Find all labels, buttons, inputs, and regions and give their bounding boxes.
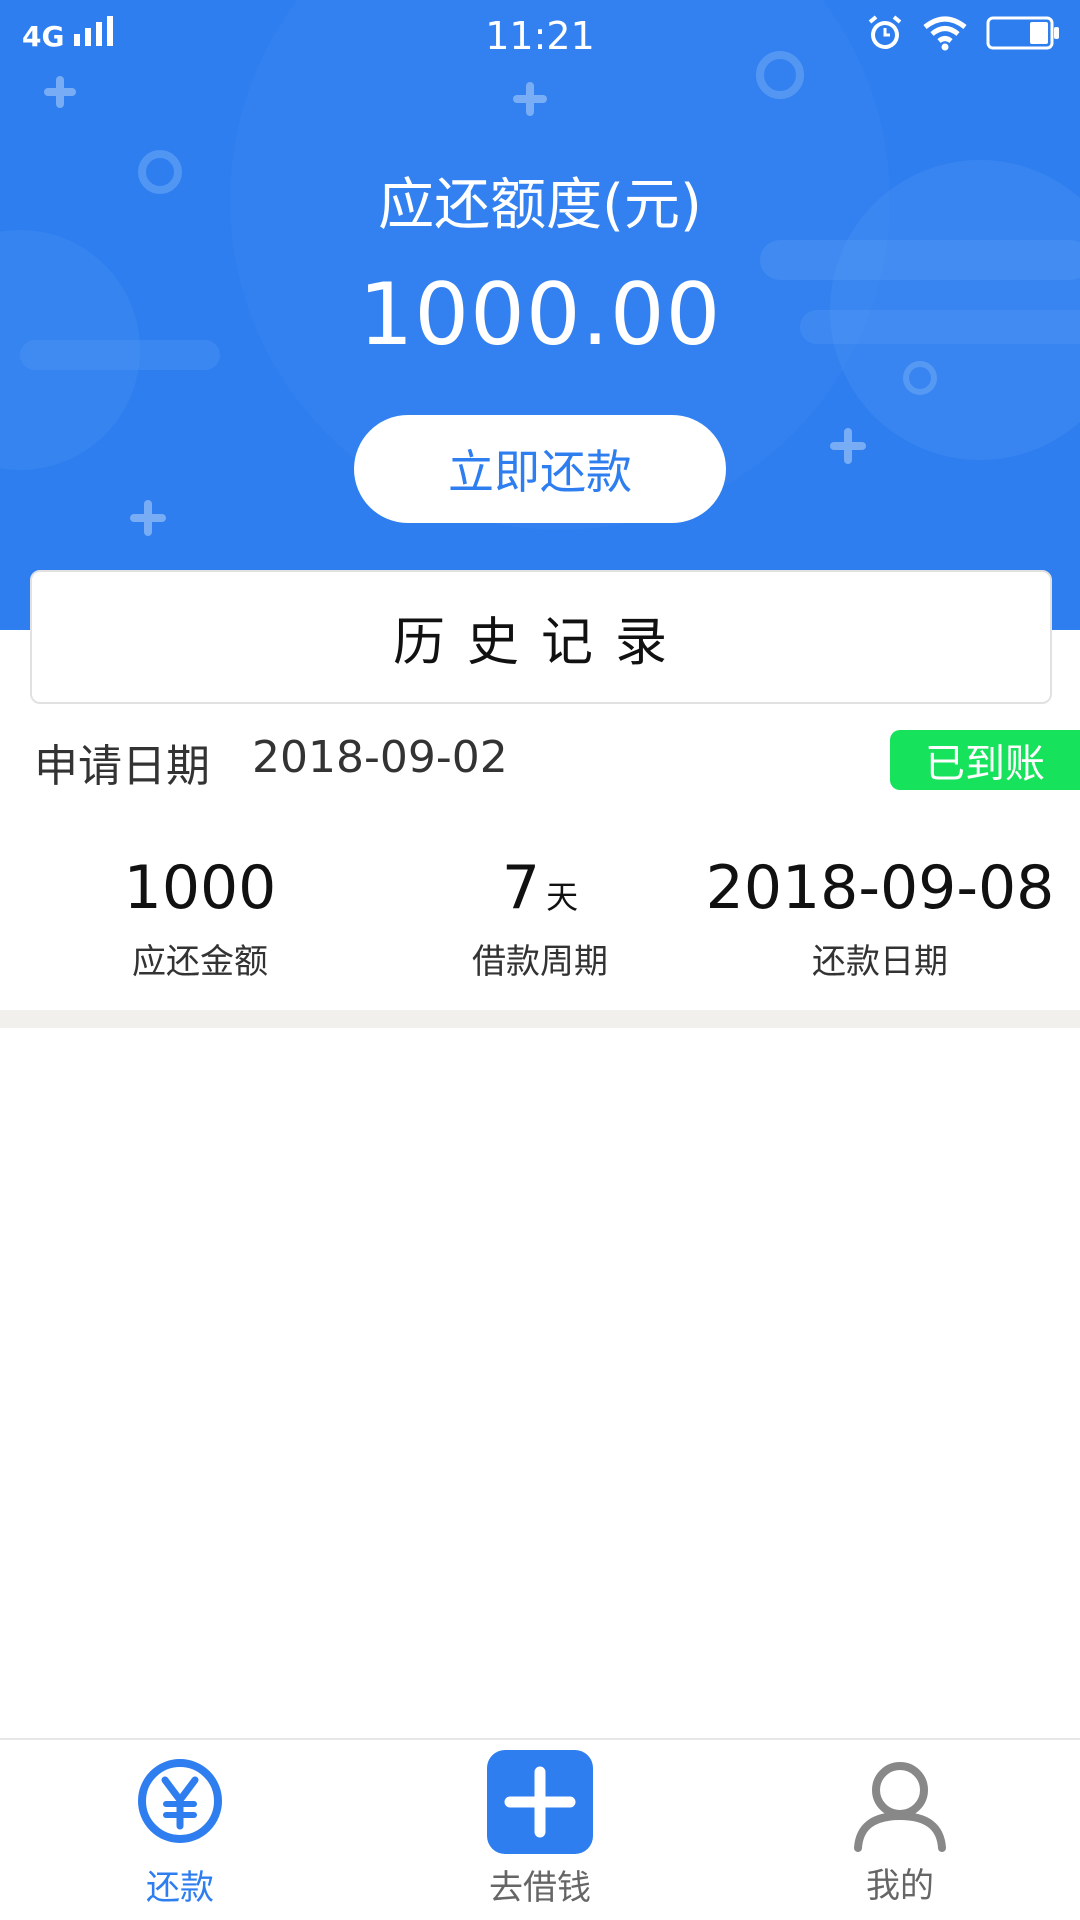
hero-banner: 4G 11:21 应还额度(元) 1000.00 立即还款 <box>0 0 1080 630</box>
battery-icon <box>986 16 1060 54</box>
tab-borrow[interactable]: 去借钱 <box>440 1750 640 1909</box>
tab-mine-label: 我的 <box>866 1866 934 1906</box>
repay-now-button[interactable]: 立即还款 <box>354 415 726 523</box>
tab-borrow-label: 去借钱 <box>489 1868 591 1908</box>
status-badge: 已到账 <box>890 730 1080 790</box>
stat-loan-period: 7天 借款周期 <box>360 850 720 983</box>
screen: 4G 11:21 应还额度(元) 1000.00 立即还款 历史记录 申请日期 … <box>0 0 1080 1920</box>
stat-repay-amount-value: 1000 <box>123 853 277 923</box>
alarm-icon <box>866 14 904 56</box>
record-header-row: 申请日期 2018-09-02 已到账 <box>0 730 1080 794</box>
bottom-tab-bar: 还款 去借钱 我的 <box>0 1738 1080 1920</box>
stat-loan-period-label: 借款周期 <box>472 942 608 982</box>
status-bar: 4G 11:21 <box>0 0 1080 70</box>
stat-loan-period-unit: 天 <box>546 878 579 916</box>
stat-loan-period-value: 7 <box>501 853 541 923</box>
stat-repay-date-label: 还款日期 <box>812 942 948 982</box>
wifi-icon <box>922 15 968 55</box>
user-icon <box>850 1762 950 1856</box>
stat-repay-date-value: 2018-09-08 <box>705 853 1055 923</box>
history-records-header[interactable]: 历史记录 <box>30 570 1052 704</box>
stat-repay-amount: 1000 应还金额 <box>20 850 380 983</box>
tab-repay[interactable]: 还款 <box>80 1756 280 1909</box>
stat-repay-date: 2018-09-08 还款日期 <box>700 850 1060 983</box>
tab-mine[interactable]: 我的 <box>800 1756 1000 1907</box>
stat-repay-amount-label: 应还金额 <box>132 942 268 982</box>
tab-repay-label: 还款 <box>146 1868 214 1908</box>
application-date-value: 2018-09-02 <box>252 732 508 783</box>
repayable-amount-title: 应还额度(元) <box>378 173 702 238</box>
status-right <box>866 14 1060 56</box>
yuan-circle-icon <box>135 1759 225 1850</box>
plus-square-icon <box>485 1750 595 1860</box>
section-divider <box>0 1010 1080 1028</box>
repayable-amount-value: 1000.00 <box>358 265 722 365</box>
application-date-label: 申请日期 <box>34 741 210 792</box>
record-stats: 1000 应还金额 7天 借款周期 2018-09-08 还款日期 <box>0 850 1080 1000</box>
